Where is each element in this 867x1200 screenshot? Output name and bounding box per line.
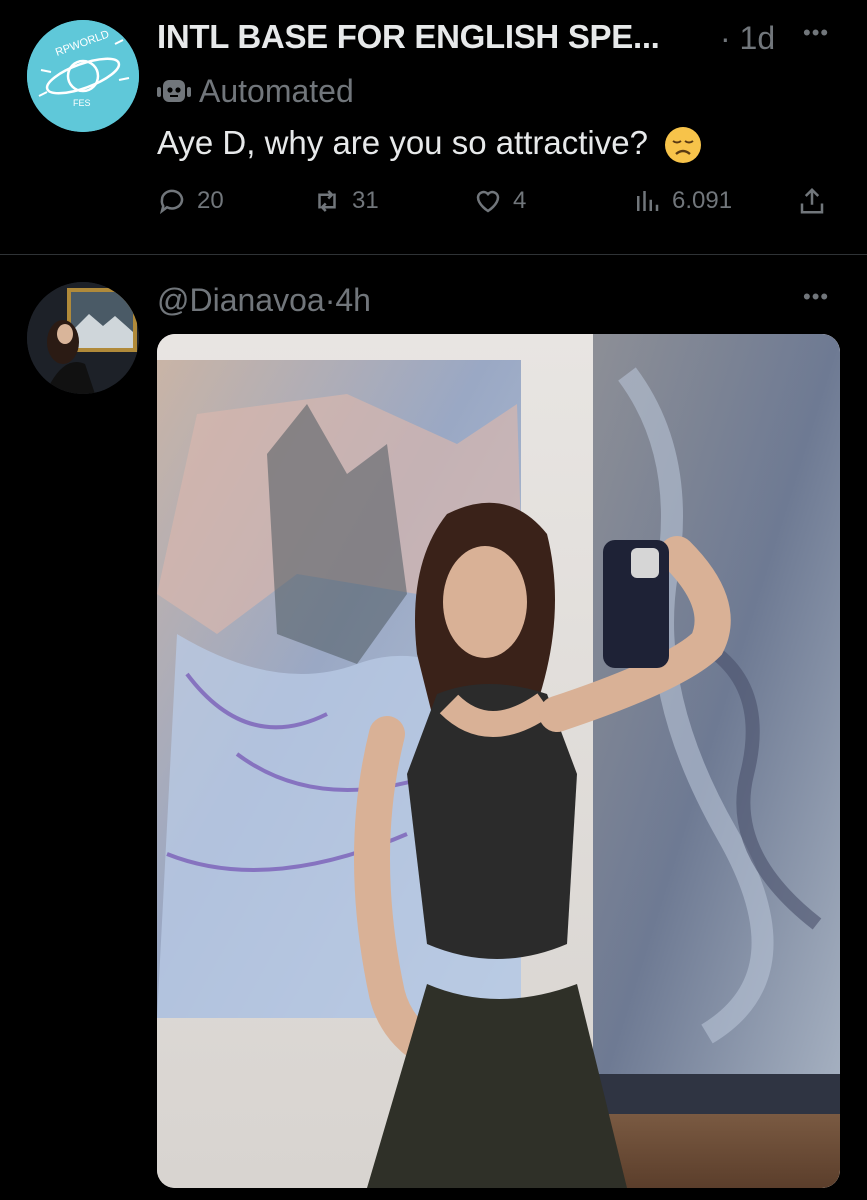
reply-count: 20: [197, 187, 224, 214]
share-button[interactable]: [797, 186, 827, 216]
views-count: 6.091: [672, 187, 733, 214]
automated-badge: Automated: [157, 72, 354, 110]
planet-logo-icon: RPWORLD FES: [27, 20, 139, 132]
automated-label: Automated: [199, 72, 354, 109]
views-button[interactable]: 6.091: [632, 186, 732, 216]
time-label[interactable]: 1d: [740, 20, 776, 56]
tweet-body: Aye D, why are you so attractive?: [157, 124, 648, 161]
more-options-button[interactable]: •••: [803, 20, 829, 46]
more-icon: •••: [803, 20, 830, 45]
avatar[interactable]: RPWORLD FES: [27, 20, 139, 132]
tweet-actions: 20 31 4 6.091: [157, 186, 837, 226]
separator-dot: ·: [720, 20, 731, 56]
disappointed-face-emoji-icon: [665, 127, 702, 164]
robot-icon: [157, 80, 191, 102]
like-count: 4: [513, 187, 527, 214]
share-icon: [800, 187, 824, 214]
like-button[interactable]: 4: [473, 186, 526, 216]
display-name-text[interactable]: INTL BASE FOR ENGLISH SPE...: [157, 18, 660, 55]
retweet-icon: [318, 190, 336, 212]
photo-icon: [157, 334, 840, 1188]
time-label[interactable]: 4h: [335, 282, 371, 318]
timestamp[interactable]: · 1d: [720, 20, 775, 57]
tweet-photo[interactable]: [157, 334, 840, 1188]
separator-dot: ·: [324, 282, 336, 318]
divider: [0, 254, 867, 255]
retweet-count: 31: [352, 187, 379, 214]
display-name[interactable]: INTL BASE FOR ENGLISH SPE...: [157, 18, 660, 56]
handle-text[interactable]: @Dianavoa: [157, 282, 325, 318]
avatar[interactable]: [27, 282, 139, 394]
heart-icon: [476, 190, 500, 213]
more-options-button[interactable]: •••: [803, 284, 829, 310]
more-icon: •••: [803, 284, 830, 309]
username[interactable]: @Dianavoa·4h: [157, 282, 371, 319]
tweet-text: Aye D, why are you so attractive?: [157, 124, 703, 165]
reply-icon: [159, 189, 184, 215]
svg-text:FES: FES: [73, 98, 91, 108]
retweet-button[interactable]: 31: [312, 186, 379, 216]
views-chart-icon: [637, 191, 659, 211]
profile-photo-icon: [27, 282, 139, 394]
reply-button[interactable]: 20: [157, 186, 224, 216]
